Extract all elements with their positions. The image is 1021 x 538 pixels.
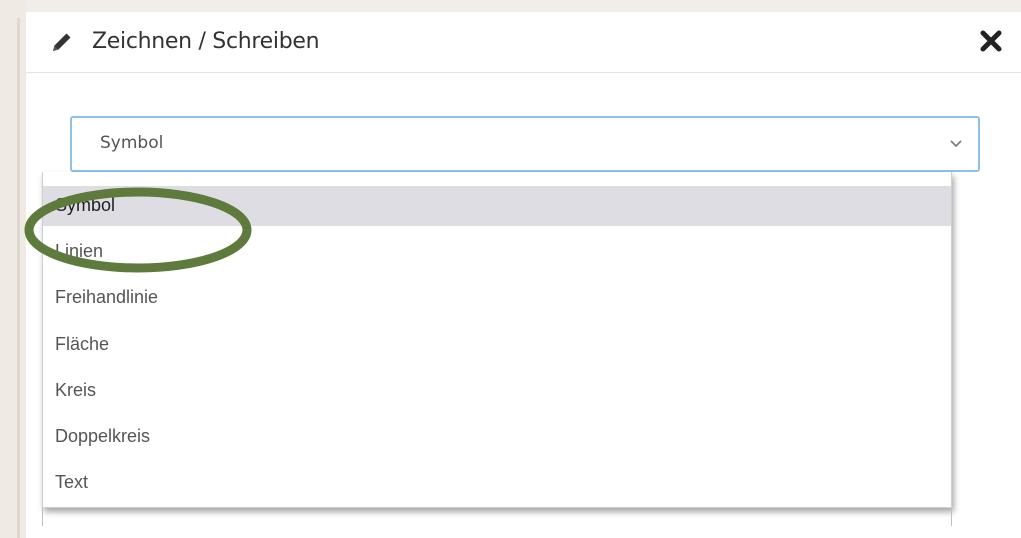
draw-mode-select[interactable]: Symbol: [70, 116, 980, 172]
chevron-down-icon: [950, 140, 962, 148]
option-label: Linien: [55, 241, 104, 261]
draw-mode-options: Symbol Linien Freihandlinie Fläche Kreis…: [42, 172, 952, 508]
close-icon[interactable]: [976, 26, 1006, 56]
option-label: Text: [55, 472, 89, 492]
option-kreis[interactable]: Kreis: [43, 371, 951, 411]
option-label: Kreis: [55, 380, 97, 400]
option-symbol[interactable]: Symbol: [43, 186, 951, 226]
option-label: Freihandlinie: [55, 287, 159, 307]
left-panel-edge: [0, 0, 26, 538]
option-label: Symbol: [55, 195, 116, 215]
option-text[interactable]: Text: [43, 463, 951, 503]
option-flaeche[interactable]: Fläche: [43, 325, 951, 365]
option-linien[interactable]: Linien: [43, 232, 951, 272]
select-current-value: Symbol: [100, 133, 164, 153]
option-freihandlinie[interactable]: Freihandlinie: [43, 278, 951, 318]
pencil-icon: [53, 33, 71, 51]
underlying-field-edge: [42, 508, 952, 526]
dialog-header: Zeichnen / Schreiben: [26, 12, 1021, 73]
dialog-title: Zeichnen / Schreiben: [92, 29, 320, 54]
option-label: Fläche: [55, 334, 110, 354]
option-label: Doppelkreis: [55, 426, 151, 446]
option-doppelkreis[interactable]: Doppelkreis: [43, 417, 951, 457]
